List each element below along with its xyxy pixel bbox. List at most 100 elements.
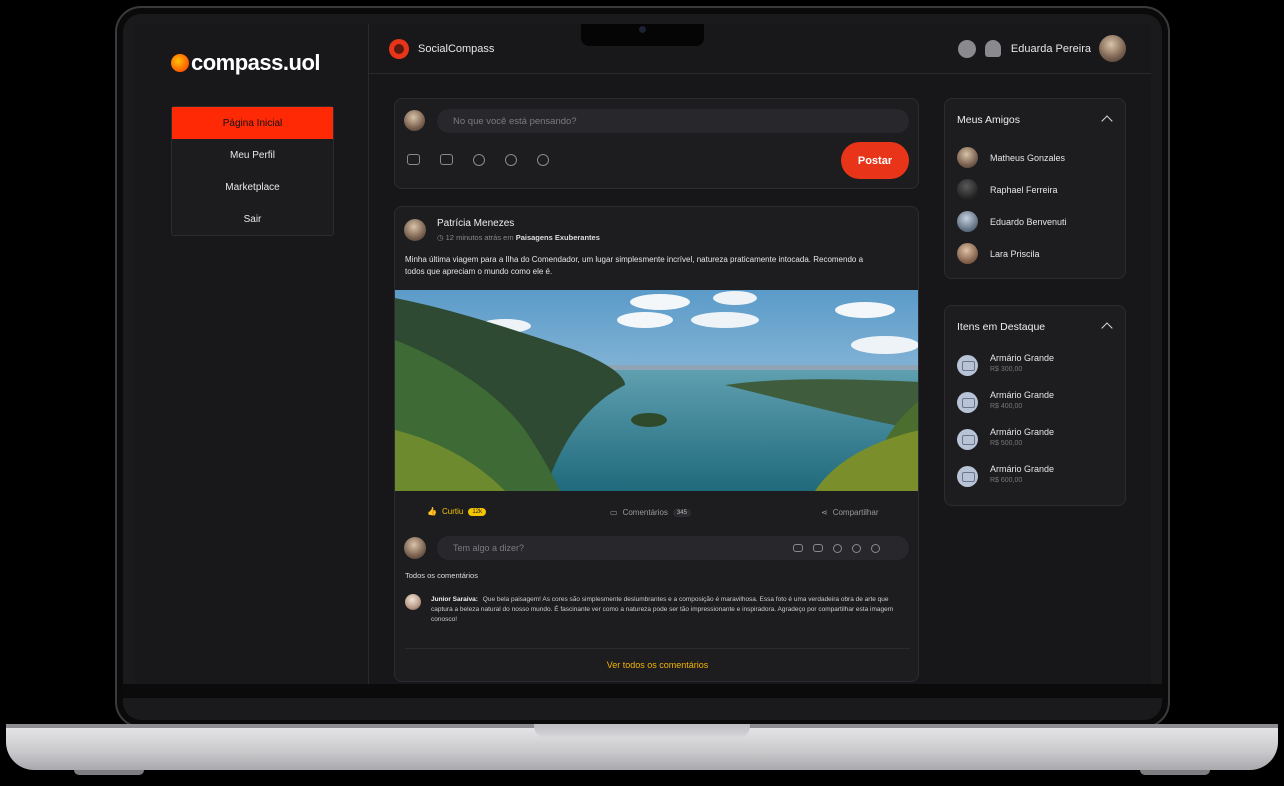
item-name: Armário Grande (990, 427, 1055, 437)
location-icon[interactable] (852, 544, 861, 553)
laptop-foot (1140, 770, 1210, 775)
attach-icon[interactable] (833, 544, 842, 553)
post-meta: ◷ 12 minutos atrás em Paisagens Exuberan… (437, 233, 600, 242)
logo-brand: compass (191, 50, 283, 75)
item-price: R$ 600,00 (990, 477, 1023, 484)
post-composer: No que você está pensando? Postar (394, 98, 919, 189)
share-label: Compartilhar (832, 508, 879, 517)
sidebar-item-profile[interactable]: Meu Perfil (172, 139, 333, 171)
clock-icon: ◷ (437, 233, 446, 242)
camera-icon[interactable] (793, 544, 803, 552)
friend-name: Eduardo Benvenuti (990, 216, 1067, 227)
post-photo[interactable] (395, 290, 918, 491)
user-name[interactable]: Eduarda Pereira (1011, 43, 1091, 55)
comments-button[interactable]: ▭ Comentários 345 (610, 508, 691, 517)
featured-item[interactable]: Armário Grande R$ 500,00 (957, 427, 1054, 450)
location-icon[interactable] (505, 154, 517, 166)
friend-avatar (957, 211, 978, 232)
friend-name: Lara Priscila (990, 248, 1040, 259)
friend-avatar (957, 147, 978, 168)
item-price: R$ 400,00 (990, 403, 1023, 410)
share-button[interactable]: ⋖ Compartilhar (821, 508, 879, 517)
app-screen: compass .uol Página Inicial Meu Perfil Ma… (135, 24, 1151, 684)
friend-item[interactable]: Lara Priscila (957, 243, 1040, 264)
image-placeholder-icon (957, 392, 978, 413)
laptop-lip (534, 724, 750, 738)
screen-bezel (122, 684, 1164, 698)
camera-notch (581, 24, 704, 46)
like-label: Curtiu (441, 507, 464, 516)
item-price: R$ 500,00 (990, 440, 1023, 447)
all-comments-heading: Todos os comentários (405, 571, 478, 580)
item-name: Armário Grande (990, 464, 1055, 474)
item-name: Armário Grande (990, 390, 1055, 400)
post-location[interactable]: Paisagens Exuberantes (516, 233, 600, 242)
sidebar-item-marketplace[interactable]: Marketplace (172, 171, 333, 203)
sidebar-item-logout[interactable]: Sair (172, 203, 333, 235)
sidebar-item-home[interactable]: Página Inicial (172, 107, 333, 139)
header-user-area: Eduarda Pereira (957, 35, 1126, 62)
see-all-comments-link[interactable]: Ver todos os comentários (395, 660, 918, 670)
logo-icon (171, 54, 189, 72)
thumbs-up-icon: 👍 (427, 507, 437, 516)
attach-icon[interactable] (473, 154, 485, 166)
post-author-avatar[interactable] (404, 219, 426, 241)
app-brand[interactable]: SocialCompass (389, 39, 494, 59)
feed-post: Patrícia Menezes ◷ 12 minutos atrás em P… (394, 206, 919, 682)
friend-avatar (957, 179, 978, 200)
bell-icon[interactable] (984, 40, 1001, 57)
featured-item[interactable]: Armário Grande R$ 400,00 (957, 390, 1054, 413)
post-time: 12 minutos atrás em (445, 233, 514, 242)
friend-name: Matheus Gonzales (990, 152, 1066, 163)
emoji-icon[interactable] (537, 154, 549, 166)
friends-widget: Meus Amigos Matheus Gonzales Raphael Fer… (944, 98, 1126, 279)
logo: compass .uol (171, 50, 321, 76)
composer-input[interactable]: No que você está pensando? (437, 109, 909, 133)
composer-avatar (404, 110, 425, 131)
laptop-foot (74, 770, 144, 775)
chevron-up-icon[interactable] (1101, 322, 1113, 334)
image-icon[interactable] (440, 154, 453, 165)
item-price: R$ 300,00 (990, 366, 1023, 373)
top-header: SocialCompass Eduarda Pereira (369, 24, 1151, 74)
friend-name: Raphael Ferreira (990, 184, 1058, 195)
image-icon[interactable] (813, 544, 823, 552)
camera-icon[interactable] (407, 154, 420, 165)
share-icon: ⋖ (821, 508, 828, 517)
commenter-avatar[interactable] (405, 594, 421, 610)
emoji-icon[interactable] (871, 544, 880, 553)
friends-title: Meus Amigos (957, 114, 1021, 126)
composer-attachments (407, 154, 549, 166)
featured-widget: Itens em Destaque Armário Grande R$ 300,0… (944, 305, 1126, 506)
image-placeholder-icon (957, 466, 978, 487)
comment-author[interactable]: Junior Saraiva: (431, 596, 478, 603)
post-text: Minha última viagem para a Ilha do Comen… (405, 255, 864, 276)
logo-suffix: .uol (282, 50, 321, 75)
comment-item: Junior Saraiva: Que bela paisagem! As co… (431, 595, 901, 625)
featured-item[interactable]: Armário Grande R$ 600,00 (957, 464, 1054, 487)
globe-icon[interactable] (957, 39, 976, 58)
featured-item[interactable]: Armário Grande R$ 300,00 (957, 353, 1054, 376)
comment-text: Que bela paisagem! As cores são simplesm… (431, 596, 894, 623)
like-count: 12k (468, 507, 486, 516)
friend-item[interactable]: Matheus Gonzales (957, 147, 1065, 168)
comments-label: Comentários (622, 508, 668, 517)
user-avatar[interactable] (1099, 35, 1126, 62)
landscape-image (395, 290, 918, 491)
friend-item[interactable]: Eduardo Benvenuti (957, 211, 1067, 232)
comment-attachments (793, 544, 880, 553)
sidebar: compass .uol Página Inicial Meu Perfil Ma… (135, 24, 369, 684)
laptop-frame: compass .uol Página Inicial Meu Perfil Ma… (0, 0, 1284, 786)
comments-count: 345 (672, 508, 691, 517)
like-button[interactable]: 👍 Curtiu 12k (427, 507, 486, 516)
post-actions: 👍 Curtiu 12k ▭ Comentários 345 ⋖ Compart… (395, 507, 918, 521)
image-placeholder-icon (957, 355, 978, 376)
friend-item[interactable]: Raphael Ferreira (957, 179, 1058, 200)
post-button[interactable]: Postar (841, 142, 909, 179)
post-author[interactable]: Patrícia Menezes (437, 218, 514, 229)
sidebar-nav: Página Inicial Meu Perfil Marketplace Sa… (171, 106, 334, 236)
compass-icon (389, 39, 409, 59)
chevron-up-icon[interactable] (1101, 115, 1113, 127)
image-placeholder-icon (957, 429, 978, 450)
app-name: SocialCompass (418, 43, 495, 55)
